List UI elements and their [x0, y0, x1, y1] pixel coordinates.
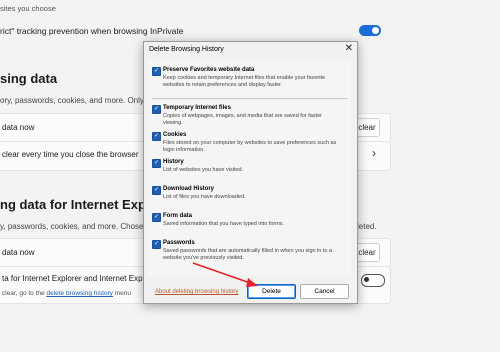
arrow-annotation-icon	[192, 262, 258, 287]
